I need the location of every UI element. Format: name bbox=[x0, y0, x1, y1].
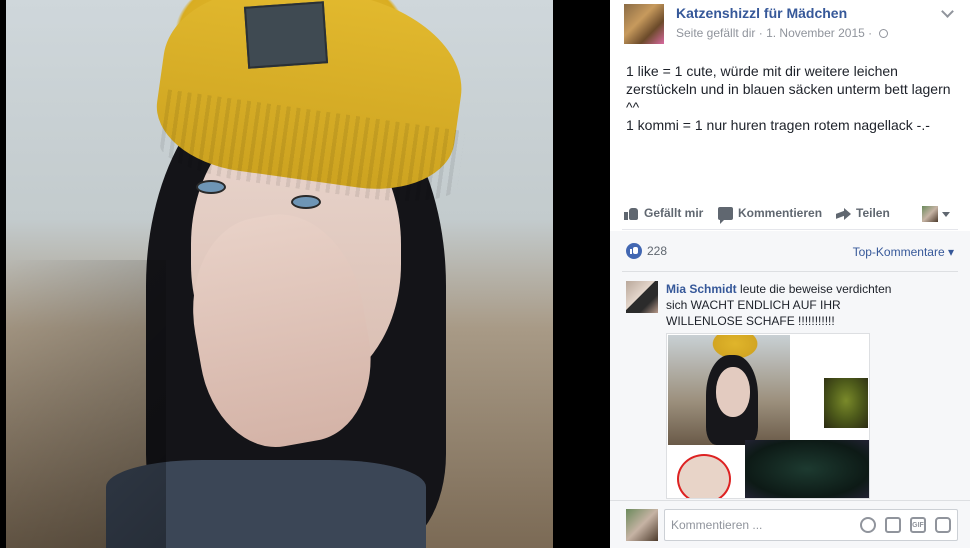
collage-selfie bbox=[668, 335, 790, 445]
page-avatar[interactable] bbox=[624, 4, 664, 44]
collage-red-circle bbox=[677, 454, 731, 498]
page-name-link[interactable]: Katzenshizzl für Mädchen bbox=[676, 5, 847, 21]
photo-eye-right bbox=[291, 195, 321, 209]
comment-sort-label: Top-Kommentare bbox=[852, 245, 945, 259]
collage-face bbox=[716, 367, 750, 417]
meta-separator: · bbox=[758, 26, 763, 40]
caret-down-icon bbox=[942, 211, 950, 217]
photo-beanie-patch bbox=[243, 1, 329, 69]
comment-input[interactable] bbox=[671, 516, 841, 534]
liked-status[interactable]: Seite gefällt dir bbox=[676, 26, 755, 40]
composer-tools: GIF bbox=[860, 517, 951, 533]
chevron-down-icon[interactable] bbox=[940, 6, 954, 20]
photo-theater: Katzenshizzl für Mädchen Seite gefällt d… bbox=[0, 0, 970, 548]
like-button-label: Gefällt mir bbox=[644, 206, 704, 220]
emoji-icon[interactable] bbox=[860, 517, 876, 533]
collage-claw bbox=[745, 440, 869, 498]
comment-button-label: Kommentieren bbox=[738, 206, 823, 220]
user-avatar bbox=[922, 206, 938, 222]
camera-icon[interactable] bbox=[885, 517, 901, 533]
like-button[interactable]: Gefällt mir bbox=[624, 206, 703, 220]
post-meta: Seite gefällt dir · 1. November 2015 · bbox=[676, 26, 888, 40]
comment-icon bbox=[718, 206, 733, 224]
comment-input-box[interactable]: GIF bbox=[664, 509, 958, 541]
share-icon bbox=[836, 207, 851, 220]
comment-sort-dropdown[interactable]: Top-Kommentare ▾ bbox=[853, 245, 954, 259]
photo-shadow bbox=[6, 260, 166, 548]
collage-lizard bbox=[824, 378, 868, 428]
comment-author[interactable]: Mia Schmidt bbox=[666, 282, 737, 296]
post-text-line-2: 1 kommi = 1 nur huren tragen rotem nagel… bbox=[626, 117, 930, 133]
sticker-icon[interactable] bbox=[935, 517, 951, 533]
post-actions: Gefällt mir Kommentieren Teilen bbox=[622, 200, 958, 230]
meta-separator-2: · bbox=[868, 26, 873, 40]
comment-body: Mia Schmidt leute die beweise verdichten… bbox=[666, 281, 916, 329]
post-sidebar: Katzenshizzl für Mädchen Seite gefällt d… bbox=[610, 0, 970, 548]
post-date[interactable]: 1. November 2015 bbox=[766, 26, 865, 40]
reactions-row[interactable]: 228 bbox=[626, 243, 667, 259]
post-photo[interactable] bbox=[6, 0, 553, 548]
share-button[interactable]: Teilen bbox=[836, 206, 890, 220]
post-as-selector[interactable] bbox=[922, 206, 950, 222]
like-badge-icon bbox=[626, 243, 642, 259]
photo-eye-left bbox=[196, 180, 226, 194]
share-button-label: Teilen bbox=[856, 206, 890, 220]
post-text: 1 like = 1 cute, würde mit dir weitere l… bbox=[626, 62, 962, 134]
divider bbox=[622, 271, 958, 272]
comment-composer: GIF bbox=[610, 500, 970, 548]
gif-icon[interactable]: GIF bbox=[910, 517, 926, 533]
post-text-line-1: 1 like = 1 cute, würde mit dir weitere l… bbox=[626, 63, 951, 115]
composer-avatar bbox=[626, 509, 658, 541]
sort-caret-icon: ▾ bbox=[947, 245, 954, 259]
like-icon bbox=[624, 207, 639, 220]
comment-image[interactable] bbox=[666, 333, 870, 499]
comment-button[interactable]: Kommentieren bbox=[718, 206, 823, 224]
post-header: Katzenshizzl für Mädchen Seite gefällt d… bbox=[610, 0, 970, 50]
globe-icon bbox=[878, 29, 888, 39]
commenter-avatar[interactable] bbox=[626, 281, 658, 313]
reaction-count: 228 bbox=[647, 244, 668, 258]
